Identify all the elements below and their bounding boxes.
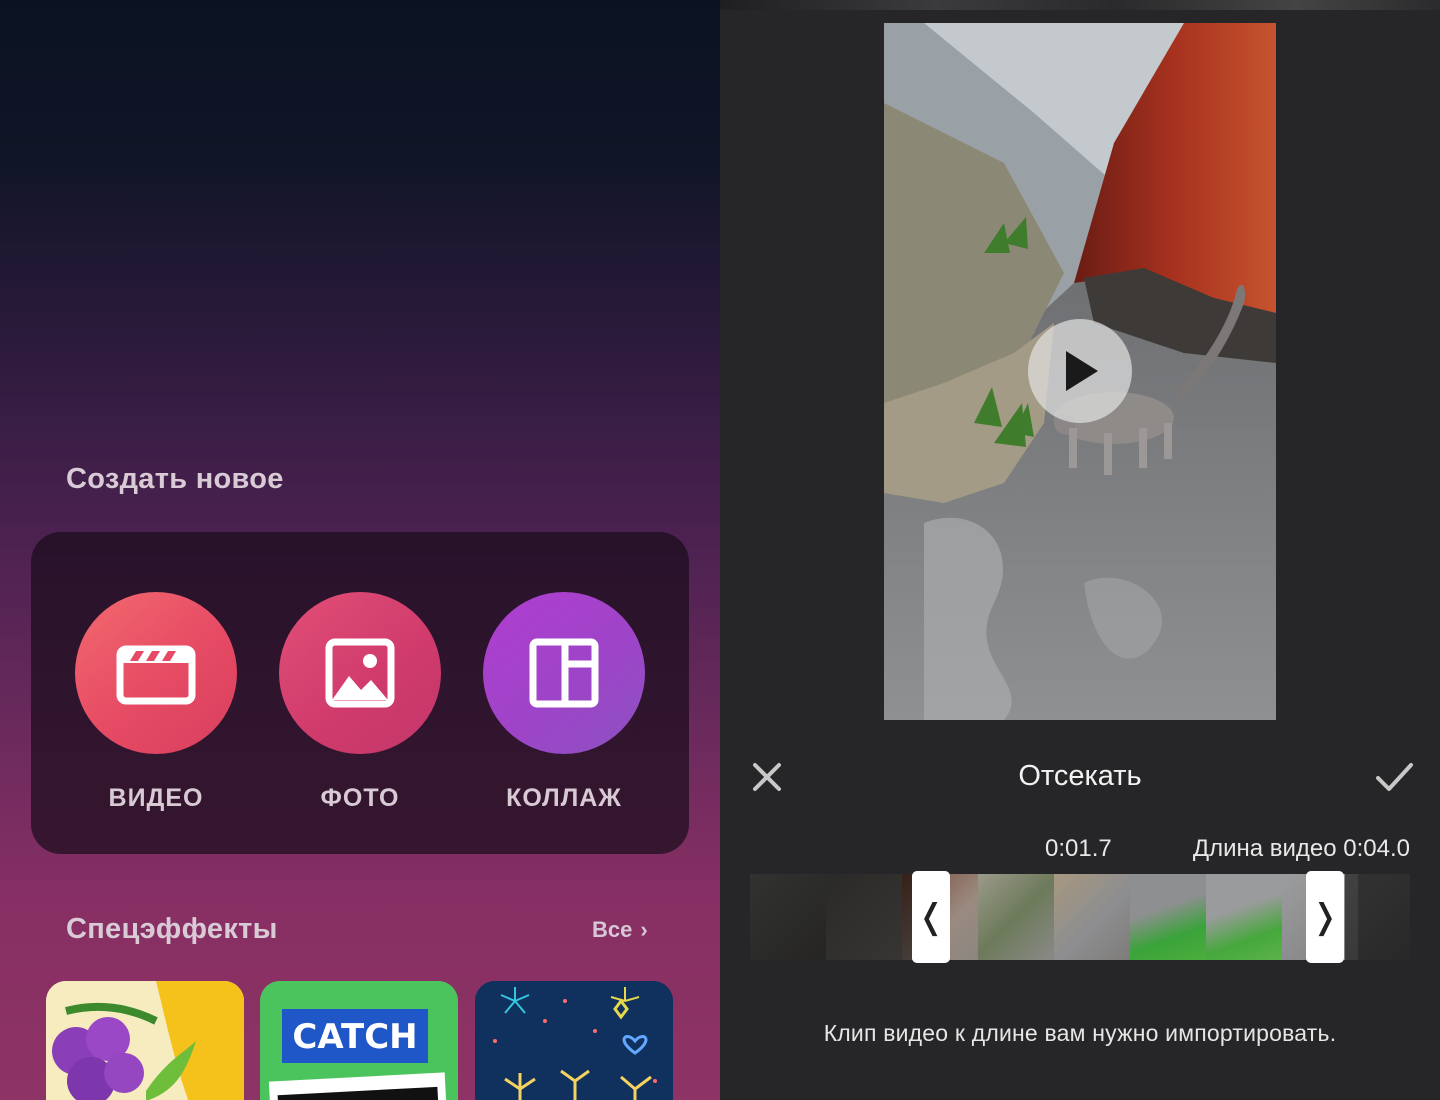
effect-tile-grapes[interactable] bbox=[46, 981, 244, 1100]
catch-text: CATCH bbox=[292, 1017, 417, 1057]
trim-title: Отсекать bbox=[1018, 760, 1142, 792]
see-all-effects-link[interactable]: Все › bbox=[592, 917, 648, 943]
clapperboard-icon bbox=[116, 645, 196, 705]
video-length: Длина видео 0:04.0 bbox=[1192, 835, 1410, 862]
grape-sticker-icon bbox=[46, 981, 244, 1100]
trim-end-handle[interactable]: ❭ bbox=[1306, 871, 1344, 963]
create-collage-button[interactable]: КОЛЛАЖ bbox=[479, 592, 649, 822]
chevron-right-icon: › bbox=[640, 917, 648, 942]
checkmark-icon bbox=[1376, 763, 1413, 791]
create-video-button[interactable]: ВИДЕО bbox=[71, 592, 241, 822]
chevron-left-icon: ❬ bbox=[916, 898, 946, 936]
play-button[interactable] bbox=[1028, 319, 1132, 423]
create-photo-circle[interactable] bbox=[279, 592, 441, 754]
play-icon bbox=[1066, 351, 1098, 391]
effect-tile-catch[interactable]: CATCH bbox=[260, 981, 458, 1100]
collage-layout-icon bbox=[529, 638, 599, 708]
create-photo-button[interactable]: ФОТО bbox=[275, 592, 445, 822]
effect-tile-fireworks[interactable] bbox=[475, 981, 673, 1100]
trim-start-handle[interactable]: ❬ bbox=[912, 871, 950, 963]
previous-video-strip bbox=[720, 0, 1440, 10]
current-time: 0:01.7 bbox=[1045, 835, 1112, 862]
catch-game-icon: CATCH bbox=[260, 981, 458, 1100]
screen: Создать новое ВИДЕО ФОТО КОЛЛАЖ Спецэффе… bbox=[0, 0, 1440, 1100]
timeline-frame bbox=[978, 874, 1054, 960]
trim-editor: Отсекать 0:01.7 Длина видео 0:04.0 ❬ ❭ К… bbox=[720, 0, 1440, 1100]
create-new-heading: Создать новое bbox=[66, 463, 284, 495]
create-video-label: ВИДЕО bbox=[108, 784, 204, 812]
timeline-excluded-start bbox=[750, 874, 912, 960]
create-video-circle[interactable] bbox=[75, 592, 237, 754]
video-preview[interactable] bbox=[884, 23, 1276, 720]
confirm-trim-button[interactable] bbox=[1374, 760, 1414, 794]
create-collage-circle[interactable] bbox=[483, 592, 645, 754]
timeline-frame bbox=[1130, 874, 1206, 960]
see-all-label: Все bbox=[592, 917, 633, 942]
image-icon bbox=[325, 638, 395, 708]
timeline-frame bbox=[1206, 874, 1282, 960]
effects-heading: Спецэффекты bbox=[66, 913, 278, 945]
chevron-right-icon: ❭ bbox=[1310, 898, 1340, 936]
create-collage-label: КОЛЛАЖ bbox=[506, 784, 622, 812]
timeline-excluded-end bbox=[1345, 874, 1410, 960]
trim-hint: Клип видео к длине вам нужно импортирова… bbox=[823, 1020, 1337, 1046]
create-photo-label: ФОТО bbox=[320, 784, 400, 812]
timeline-frame bbox=[1054, 874, 1130, 960]
create-panel: Создать новое ВИДЕО ФОТО КОЛЛАЖ Спецэффе… bbox=[0, 0, 720, 1100]
create-card: ВИДЕО ФОТО КОЛЛАЖ bbox=[31, 532, 689, 854]
fireworks-icon bbox=[475, 981, 673, 1100]
